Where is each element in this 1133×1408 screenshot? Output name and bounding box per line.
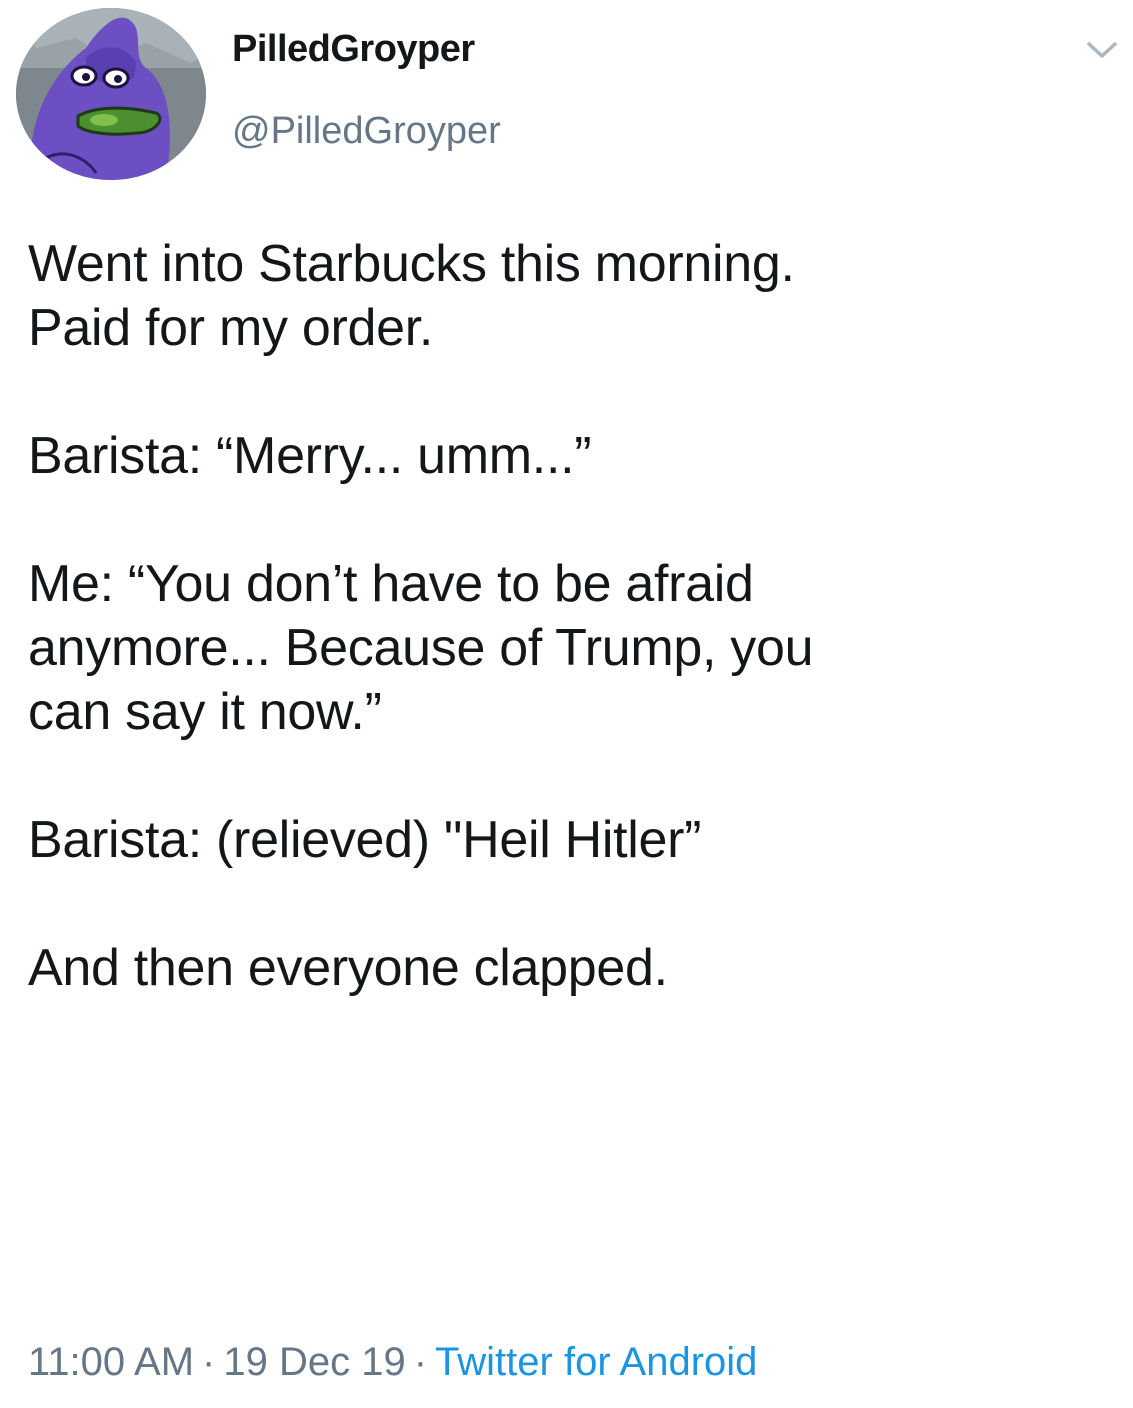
tweet-paragraph: And then everyone clapped. bbox=[28, 939, 668, 997]
tweet-time[interactable]: 11:00 AM bbox=[28, 1340, 194, 1384]
display-name[interactable]: PilledGroyper bbox=[232, 28, 475, 71]
user-handle[interactable]: @PilledGroyper bbox=[232, 110, 501, 153]
tweet-paragraph: Barista: “Merry... umm...” bbox=[28, 427, 592, 485]
tweet-date[interactable]: 19 Dec 19 bbox=[223, 1340, 405, 1384]
tweet-metadata: 11:00 AM · 19 Dec 19 · Twitter for Android bbox=[28, 1340, 757, 1385]
meta-separator: · bbox=[202, 1340, 216, 1384]
tweet-paragraph: Me: “You don’t have to be afraid anymore… bbox=[28, 555, 814, 741]
chevron-down-icon[interactable] bbox=[1085, 38, 1119, 62]
tweet-paragraph: Barista: (relieved) "Heil Hitler” bbox=[28, 811, 702, 869]
avatar[interactable] bbox=[16, 8, 206, 180]
meta-separator: · bbox=[413, 1340, 428, 1384]
tweet-paragraph: Went into Starbucks this morning. Paid f… bbox=[28, 235, 795, 357]
tweet-card: PilledGroyper @PilledGroyper Went into S… bbox=[0, 0, 1133, 1408]
tweet-text: Went into Starbucks this morning. Paid f… bbox=[28, 232, 1123, 1000]
tweet-source-link[interactable]: Twitter for Android bbox=[435, 1340, 757, 1384]
purple-frog-avatar-icon bbox=[16, 8, 206, 180]
